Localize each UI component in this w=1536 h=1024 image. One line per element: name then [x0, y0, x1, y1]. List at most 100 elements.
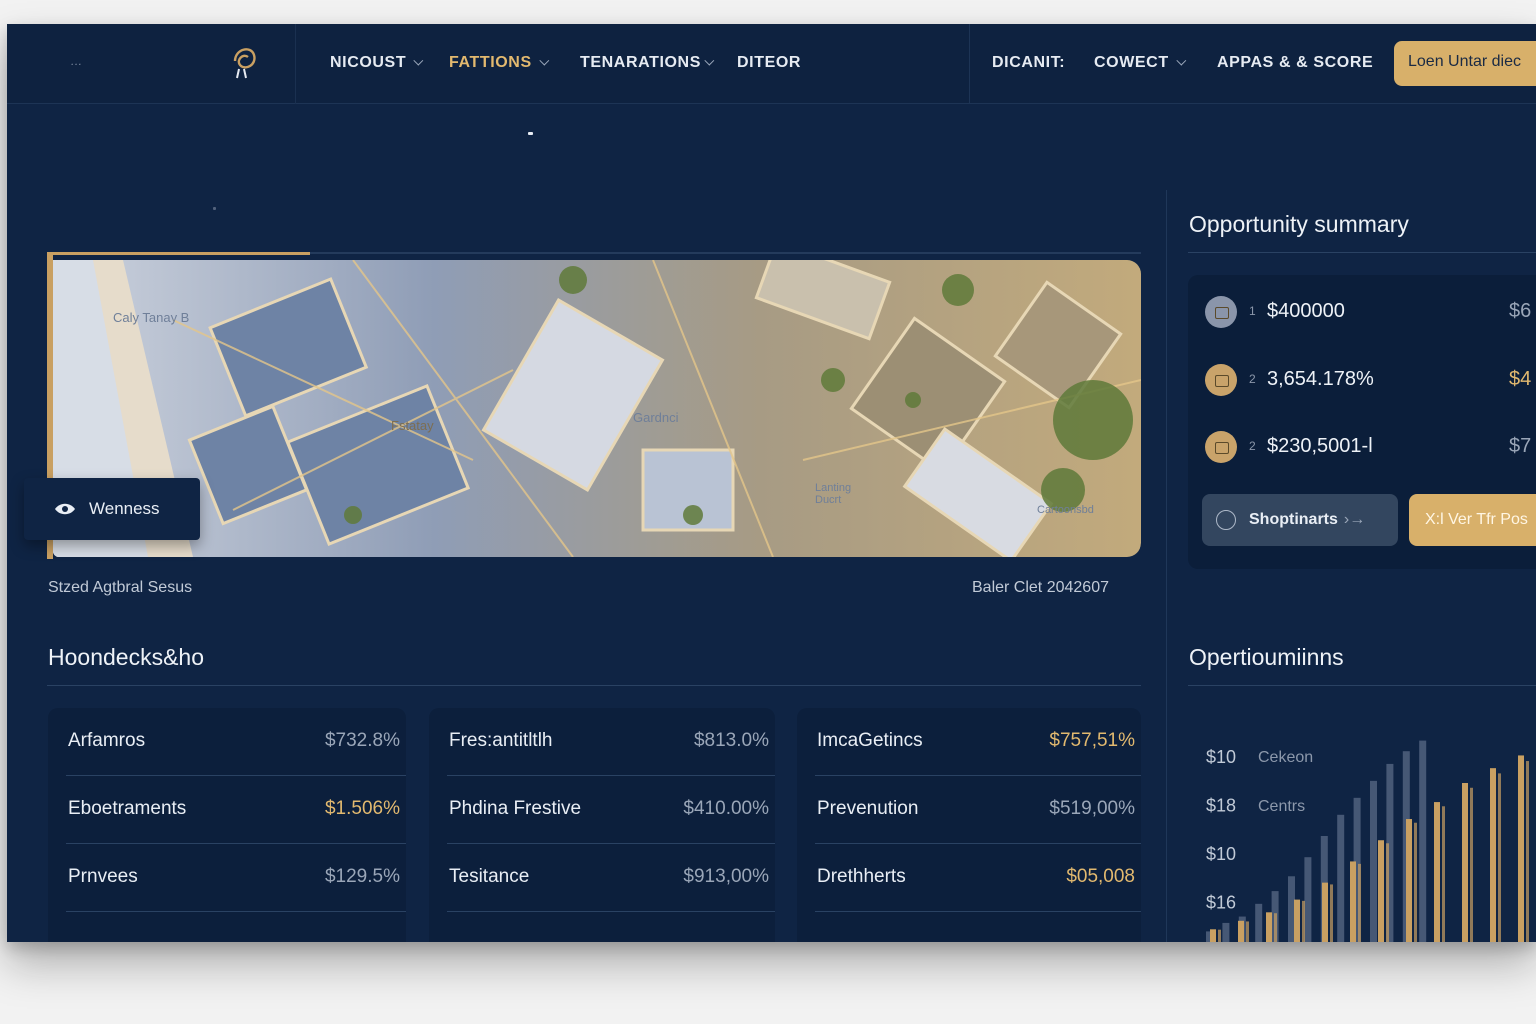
- aerial-city-map: [53, 260, 1141, 557]
- stray-mark: [213, 207, 216, 210]
- summary-row[interactable]: 2 3,654.178% $4: [1205, 361, 1536, 401]
- bar-gold: [1490, 768, 1496, 942]
- summary-right-value: $7: [1509, 435, 1532, 457]
- highlight-row[interactable]: Arfamros $732.8%: [66, 708, 406, 776]
- bar-slate: [1222, 922, 1230, 942]
- bar-gold: [1470, 787, 1473, 942]
- highlight-row[interactable]: Drethherts $05,008: [815, 844, 1141, 912]
- nav-item-nicoust[interactable]: NICOUST: [330, 54, 424, 72]
- coin-icon: [1205, 296, 1237, 328]
- map-label: Cartoonsbd: [1037, 504, 1094, 516]
- nav-label: DITEOR: [737, 54, 802, 71]
- chevron-down-icon: [1176, 55, 1186, 66]
- coin-icon: [1205, 431, 1237, 463]
- bar-gold: [1266, 912, 1272, 942]
- target-icon: [1216, 510, 1236, 530]
- nav-label: NICOUST: [330, 54, 407, 71]
- row-value: $05,008: [1066, 866, 1135, 887]
- highlights-card: Fres:antitltlh $813.0% Phdina Frestive $…: [429, 708, 775, 942]
- chevron-down-icon: [413, 55, 424, 66]
- bar-gold: [1434, 802, 1440, 942]
- highlights-title: Hoondecks&ho: [48, 644, 204, 670]
- nav-item-dicanit[interactable]: DICANIT:: [992, 54, 1065, 72]
- highlight-row[interactable]: Prevenution $519,00%: [815, 776, 1141, 844]
- highlight-row[interactable]: Tesitance $913,00%: [447, 844, 775, 912]
- row-value: $757,51%: [1049, 730, 1135, 751]
- shortlist-button[interactable]: Shoptinarts ›→: [1202, 494, 1398, 546]
- bar-gold: [1302, 900, 1305, 942]
- summary-amount: $230,5001-l: [1267, 435, 1373, 457]
- bar-gold: [1498, 773, 1501, 942]
- highlight-row[interactable]: Eboetraments $1.506%: [66, 776, 406, 844]
- logo[interactable]: ...: [7, 24, 296, 104]
- row-label: Phdina Frestive: [449, 798, 582, 819]
- bar-gold: [1350, 861, 1356, 942]
- nav-label: APPAS & & SCORE: [1217, 54, 1374, 71]
- summary-title: Opportunity summary: [1189, 211, 1409, 237]
- bar-gold: [1210, 929, 1216, 942]
- tag-label: Wenness: [89, 499, 160, 518]
- row-label: Prevenution: [817, 798, 919, 819]
- row-value: $129.5%: [324, 866, 400, 887]
- highlight-row[interactable]: ImcaGetincs $757,51%: [815, 708, 1141, 776]
- row-value: $519,00%: [1049, 798, 1135, 819]
- panel-rule: [1188, 252, 1536, 253]
- highlight-row[interactable]: Fres:antitltlh $813.0%: [447, 708, 775, 776]
- bar-gold: [1274, 913, 1277, 942]
- highlights-card: ImcaGetincs $757,51% Prevenution $519,00…: [797, 708, 1141, 942]
- map-label: Fstatay: [391, 418, 434, 433]
- nav-item-fattions[interactable]: FATTIONS: [449, 54, 550, 72]
- section-divider: [47, 685, 1141, 686]
- row-label: ImcaGetincs: [817, 730, 923, 751]
- bar-slate: [1304, 857, 1312, 942]
- bar-gold: [1238, 920, 1244, 942]
- cta-button[interactable]: Loen Untar diec: [1394, 41, 1536, 86]
- hero-date: Baler Clet 2042607: [972, 579, 1109, 596]
- nav-label: TENARATIONS: [580, 54, 701, 71]
- nav-label: DICANIT:: [992, 54, 1066, 71]
- coin-icon: [1205, 364, 1237, 396]
- nav-item-tenarations[interactable]: TENARATIONS: [580, 54, 715, 72]
- bar-slate: [1337, 814, 1345, 942]
- nav-item-appas-score[interactable]: APPAS & & SCORE: [1217, 54, 1373, 72]
- summary-right-value: $6: [1509, 300, 1532, 322]
- nav-item-cowect[interactable]: COWECT: [1094, 54, 1186, 72]
- opportunities-title: Opertioumiinns: [1189, 644, 1344, 670]
- bar-slate: [1419, 740, 1427, 942]
- highlights-card: Arfamros $732.8% Eboetraments $1.506% Pr…: [48, 708, 406, 942]
- eye-icon: [55, 503, 75, 515]
- row-value: $1.506%: [324, 798, 400, 819]
- row-value: $732.8%: [324, 730, 400, 751]
- bar-gold: [1414, 822, 1417, 942]
- bar-gold: [1526, 761, 1529, 942]
- leaf-logo-icon: [233, 48, 256, 79]
- view-position-button[interactable]: X:l Ver Tfr Pos: [1409, 494, 1536, 546]
- bar-gold: [1518, 755, 1524, 942]
- bar-gold: [1378, 840, 1384, 942]
- top-nav: ... NICOUST FATTIONS TENARATIONS DITEOR …: [7, 24, 1536, 104]
- chevron-down-icon: [539, 55, 550, 66]
- row-label: Tesitance: [449, 866, 530, 887]
- location-tag[interactable]: Wenness: [24, 478, 200, 540]
- app-window: ... NICOUST FATTIONS TENARATIONS DITEOR …: [7, 24, 1536, 942]
- bar-gold: [1358, 863, 1361, 942]
- hero-caption: Stzed Agtbral Sesus: [48, 579, 193, 596]
- summary-row[interactable]: 1 $400000 $6: [1205, 293, 1536, 333]
- hero-map[interactable]: Caly Tanay B Gardnci Fstatay Lanting Duc…: [47, 254, 1141, 559]
- summary-right-value: $4: [1509, 368, 1532, 390]
- summary-row[interactable]: 2 $230,5001-l $7: [1205, 428, 1536, 468]
- row-index: 2: [1249, 439, 1256, 453]
- map-label: Caly Tanay B: [113, 310, 190, 325]
- row-label: Eboetraments: [68, 798, 187, 819]
- nav-item-diteor[interactable]: DITEOR: [737, 54, 801, 72]
- y-tick-label: $10: [1206, 844, 1236, 864]
- map-label: Gardnci: [633, 410, 679, 425]
- bar-gold: [1330, 884, 1333, 942]
- row-value: $913,00%: [683, 866, 769, 887]
- summary-amount: 3,654.178%: [1267, 368, 1374, 390]
- legend-label: Centrs: [1258, 798, 1305, 815]
- bar-slate: [1288, 876, 1295, 942]
- highlight-row[interactable]: Prnvees $129.5%: [66, 844, 406, 912]
- row-label: Prnvees: [68, 866, 138, 887]
- highlight-row[interactable]: Phdina Frestive $410.00%: [447, 776, 775, 844]
